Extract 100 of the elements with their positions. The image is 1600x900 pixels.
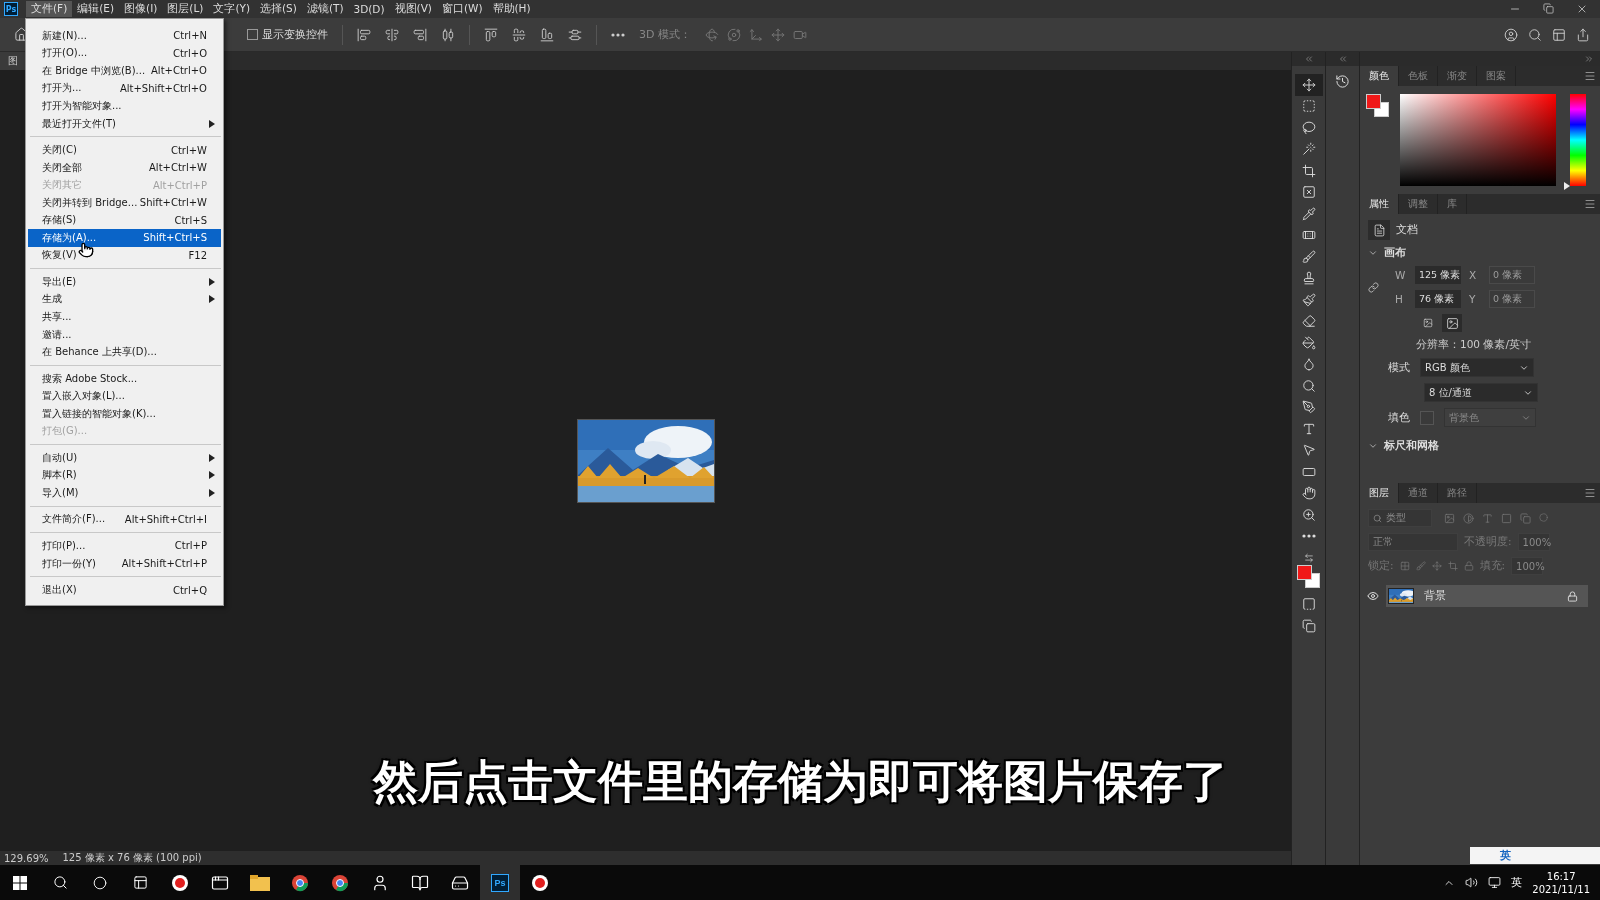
menu-icon xyxy=(1584,70,1596,82)
align-center-icon xyxy=(385,27,399,42)
menu-item[interactable]: 自动(U) xyxy=(28,449,221,467)
menu-item[interactable]: 存储为(A)... Shift+Ctrl+S xyxy=(28,229,221,247)
screen-mode-icon xyxy=(1301,619,1316,633)
history-icon xyxy=(1335,74,1351,89)
share-icon xyxy=(1576,27,1590,42)
taskbar-app[interactable]: Ps xyxy=(480,865,520,900)
menu-item[interactable]: 共享... xyxy=(28,308,221,326)
fill-label: 填色 xyxy=(1388,410,1410,425)
menu-item[interactable]: 在 Behance 上共享(D)... xyxy=(28,343,221,361)
menu-item[interactable]: 脚本(R) xyxy=(28,466,221,485)
blend-mode-dropdown[interactable]: 正常 xyxy=(1368,533,1458,551)
menu-item[interactable]: 导入(M) xyxy=(28,484,221,502)
menu-item[interactable]: 置入嵌入对象(L)... xyxy=(28,387,221,405)
clock[interactable]: 16:17 2021/11/11 xyxy=(1532,869,1590,896)
hue-slider[interactable] xyxy=(1564,94,1586,190)
fill-field[interactable]: 100% xyxy=(1511,557,1544,575)
color-swatches[interactable] xyxy=(1366,94,1392,120)
input-field[interactable]: 76 像素 xyxy=(1415,290,1461,308)
eraser-icon xyxy=(1301,314,1316,329)
panel-tab[interactable]: 属性 xyxy=(1360,194,1399,214)
brush-icon xyxy=(1301,249,1316,264)
menu-item[interactable]: 存储(S) Ctrl+S xyxy=(28,211,221,229)
menu-item[interactable]: 关闭并转到 Bridge... Shift+Ctrl+W xyxy=(28,193,221,212)
mode-label: 模式 xyxy=(1388,360,1410,375)
menu-title[interactable]: 视图(V) xyxy=(389,1,437,17)
layers-icon xyxy=(1520,512,1531,524)
folder-icon xyxy=(250,874,270,891)
layer-row[interactable]: 背景 xyxy=(1386,585,1588,607)
document-tab[interactable]: 图 xyxy=(0,52,26,70)
eyedropper-icon xyxy=(1301,206,1316,221)
brush-icon xyxy=(1415,561,1426,571)
landscape-button[interactable] xyxy=(1442,314,1462,332)
menu-item[interactable]: 打开(O)... Ctrl+O xyxy=(28,44,221,63)
menu-item[interactable]: 打开为... Alt+Shift+Ctrl+O xyxy=(28,79,221,98)
distribute-icon xyxy=(441,27,455,42)
mode-dropdown[interactable]: RGB 颜色 xyxy=(1420,358,1534,377)
lasso-icon xyxy=(1301,120,1316,135)
menu-title[interactable]: 滤镜(T) xyxy=(301,1,349,17)
menu-title[interactable]: 编辑(E) xyxy=(72,1,120,17)
menu-title[interactable]: 帮助(H) xyxy=(487,1,536,17)
swap-icon xyxy=(1303,553,1314,563)
field-label: Y xyxy=(1469,293,1477,305)
distribute-vertical-icon xyxy=(568,27,582,42)
magnifier-icon xyxy=(1301,378,1316,393)
menu-item[interactable]: 置入链接的智能对象(K)... xyxy=(28,404,221,423)
menu-item[interactable]: 退出(X) Ctrl+Q xyxy=(28,581,221,599)
menu-item[interactable]: 生成 xyxy=(28,290,221,309)
window-icon xyxy=(211,873,229,892)
ime-language[interactable]: 英 xyxy=(1500,848,1511,863)
align-bottom-icon xyxy=(540,27,554,42)
color-field[interactable] xyxy=(1400,94,1556,186)
menu-item[interactable]: 在 Bridge 中浏览(B)... Alt+Ctrl+O xyxy=(28,62,221,80)
menu-title[interactable]: 3D(D) xyxy=(348,2,390,16)
menu-item[interactable]: 关闭全部 Alt+Ctrl+W xyxy=(28,158,221,177)
menu-item[interactable]: 邀请... xyxy=(28,325,221,344)
filter-field[interactable]: 类型 xyxy=(1368,509,1432,527)
align-top-icon xyxy=(484,27,498,42)
menu-item[interactable]: 搜索 Adobe Stock... xyxy=(28,369,221,388)
menu-title[interactable]: 图像(I) xyxy=(119,1,163,17)
section-title[interactable]: 标尺和网格 xyxy=(1384,439,1439,453)
image-icon xyxy=(1423,318,1433,328)
paintbrush-icon xyxy=(1301,292,1316,307)
stamp-icon xyxy=(1301,271,1316,286)
menu-item[interactable]: 新建(N)... Ctrl+N xyxy=(28,27,221,45)
search-icon xyxy=(1373,513,1382,523)
section-title[interactable]: 画布 xyxy=(1384,246,1406,260)
panel-tab[interactable]: 颜色 xyxy=(1360,66,1399,86)
menu-title[interactable]: 文件(F) xyxy=(26,1,73,17)
menu-title[interactable]: 窗口(W) xyxy=(436,1,488,17)
color-swatches[interactable] xyxy=(1296,565,1321,589)
orbit-icon xyxy=(726,27,741,42)
document-label: 文档 xyxy=(1396,223,1418,237)
bit-depth-dropdown[interactable]: 8 位/通道 xyxy=(1424,383,1538,402)
menu-item[interactable]: 恢复(V) F12 xyxy=(28,246,221,265)
fill-swatch[interactable] xyxy=(1420,410,1434,425)
collapse-icon xyxy=(1303,54,1314,64)
pan-icon xyxy=(770,27,785,42)
opacity-field[interactable]: 100% xyxy=(1517,533,1550,551)
menu-item[interactable]: 打开为智能对象... xyxy=(28,97,221,115)
menu-item[interactable]: 打印一份(Y) Alt+Shift+Ctrl+P xyxy=(28,554,221,573)
menu-title[interactable]: 文字(Y) xyxy=(208,1,255,17)
menu-item[interactable]: 关闭(C) Ctrl+W xyxy=(28,141,221,159)
checkbox[interactable] xyxy=(247,29,258,40)
input-language[interactable]: 英 xyxy=(1511,875,1523,890)
eye-icon[interactable] xyxy=(1367,590,1379,602)
menu-item[interactable]: 文件简介(F)... Alt+Shift+Ctrl+I xyxy=(28,510,221,529)
menu-title[interactable]: 选择(S) xyxy=(255,1,302,17)
input-field[interactable]: 125 像素 xyxy=(1415,266,1461,284)
collapse-icon xyxy=(1337,54,1348,64)
menu-item[interactable]: 打印(P)... Ctrl+P xyxy=(28,537,221,555)
menu-title[interactable]: 图层(L) xyxy=(162,1,209,17)
move-tool[interactable] xyxy=(1294,74,1323,96)
pointer-icon xyxy=(1301,443,1316,458)
align-right-icon xyxy=(413,27,427,42)
panel-tab[interactable]: 图层 xyxy=(1360,483,1399,503)
record-icon xyxy=(171,873,189,892)
menu-item[interactable]: 导出(E) xyxy=(28,273,221,291)
menu-item[interactable]: 最近打开文件(T) xyxy=(28,114,221,133)
